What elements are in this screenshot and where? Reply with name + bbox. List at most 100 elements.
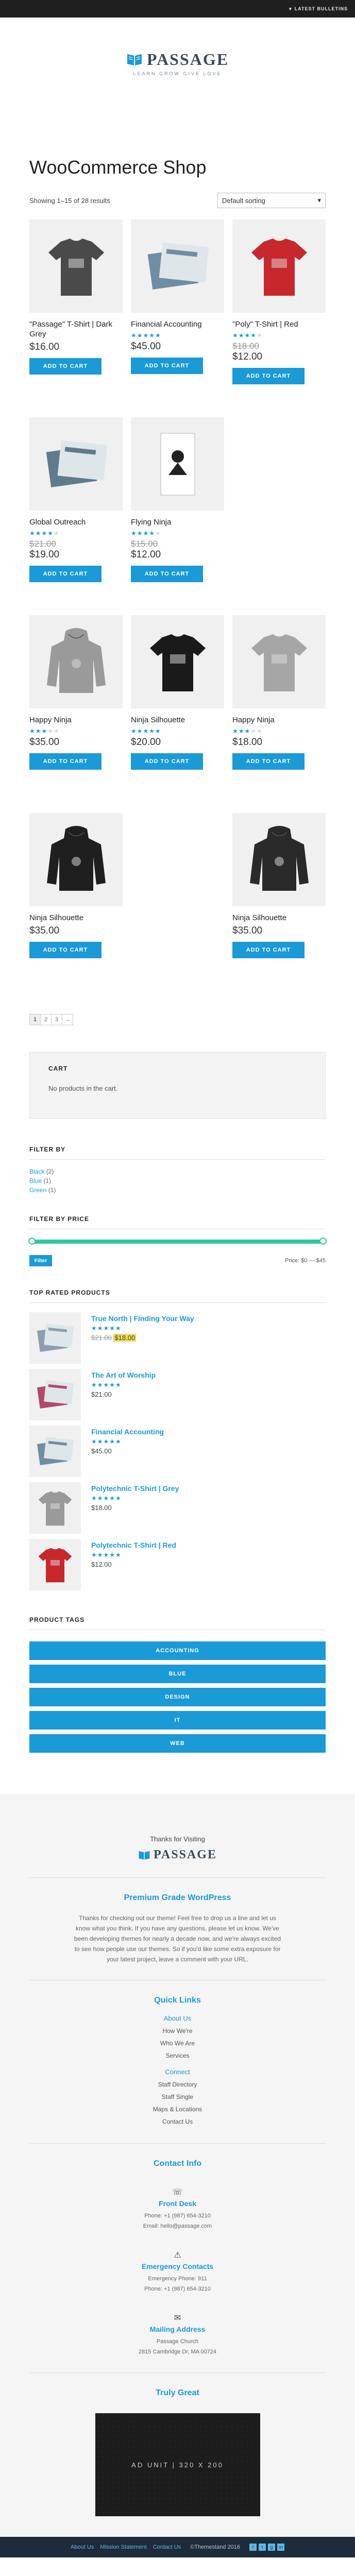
top-rated-image[interactable]	[29, 1426, 81, 1477]
product-tag-button[interactable]: DESIGN	[29, 1688, 326, 1706]
product-name[interactable]: "Poly" T-Shirt | Red	[232, 320, 326, 330]
top-rated-image[interactable]	[29, 1482, 81, 1534]
bottom-link[interactable]: Contact Us	[153, 2544, 181, 2550]
product-tag-button[interactable]: IT	[29, 1711, 326, 1730]
product-name[interactable]: Happy Ninja	[232, 716, 326, 725]
footer-link[interactable]: Who We Are	[0, 2037, 355, 2049]
pagination-link[interactable]: 3	[51, 1014, 62, 1025]
contact-info-title: Contact Info	[153, 2159, 202, 2168]
pagination-link[interactable]: →	[62, 1014, 73, 1025]
shop-toolbar: Showing 1–15 of 28 results Default sorti…	[29, 193, 326, 208]
product-image[interactable]	[131, 219, 224, 313]
copyright: ©Themestand 2016	[190, 2544, 240, 2550]
product-name[interactable]: Happy Ninja	[29, 716, 123, 725]
filter-link[interactable]: Green	[29, 1187, 46, 1194]
top-rated-image[interactable]	[29, 1369, 81, 1420]
bottom-link[interactable]: About Us	[71, 2544, 94, 2550]
footer-link[interactable]: Contact Us	[0, 2115, 355, 2128]
product-price: $15.00 $12.00	[131, 539, 224, 561]
latest-bulletins-link[interactable]: ▾ LATEST BULLETINS	[289, 6, 348, 12]
top-rated-name[interactable]: The Art of Worship	[91, 1371, 156, 1379]
filter-link[interactable]: Blue	[29, 1177, 42, 1184]
chevron-down-icon: ▾	[289, 6, 292, 11]
footer-link[interactable]: Services	[0, 2049, 355, 2062]
add-to-cart-button[interactable]: ADD TO CART	[232, 367, 305, 384]
ad-unit[interactable]: AD UNIT | 320 X 200	[95, 2413, 260, 2516]
about-us-link[interactable]: About Us	[0, 2012, 355, 2025]
twitter-icon[interactable]: t	[258, 2544, 266, 2551]
footer-link[interactable]: Maps & Locations	[0, 2103, 355, 2115]
top-rated-title: TOP RATED PRODUCTS	[29, 1289, 326, 1303]
site-logo[interactable]: PASSAGE	[126, 50, 229, 69]
add-to-cart-button[interactable]: ADD TO CART	[29, 941, 102, 958]
top-rated-list: True North | Finding Your Way ★★★★★ $21.…	[29, 1312, 326, 1596]
connect-link[interactable]: Connect	[0, 2066, 355, 2078]
product-image[interactable]	[29, 417, 123, 511]
orderby-select[interactable]: Default sorting ▾	[217, 193, 326, 208]
alert-icon: ⚠	[174, 2251, 181, 2260]
footer-logo[interactable]: PASSAGE	[0, 1848, 355, 1862]
product-name[interactable]: Global Outreach	[29, 518, 123, 528]
product-name[interactable]: Ninja Silhouette	[29, 913, 123, 923]
product-tag-button[interactable]: WEB	[29, 1734, 326, 1753]
footer-link[interactable]: Staff Single	[0, 2091, 355, 2103]
filter-button[interactable]: Filter	[29, 1255, 52, 1266]
product-name[interactable]: Flying Ninja	[131, 518, 224, 528]
logo-text: PASSAGE	[146, 49, 229, 69]
top-rated-price: $45.00	[91, 1447, 164, 1455]
product-card: Flying Ninja ★★★★★ $15.00 $12.00 ADD TO …	[131, 417, 224, 615]
top-rated-name[interactable]: Polytechnic T-Shirt | Red	[91, 1541, 176, 1549]
add-to-cart-button[interactable]: ADD TO CART	[232, 941, 305, 958]
add-to-cart-button[interactable]: ADD TO CART	[232, 753, 305, 770]
price-slider[interactable]	[28, 1238, 327, 1245]
product-name[interactable]: Ninja Silhouette	[232, 913, 326, 923]
product-price: $16.00	[29, 342, 123, 353]
top-rated-image[interactable]	[29, 1539, 81, 1590]
product-name[interactable]: "Passage" T-Shirt | Dark Grey	[29, 320, 123, 340]
product-image[interactable]	[131, 417, 224, 511]
front-desk-title: Front Desk	[158, 2199, 197, 2208]
filter-by-widget: FILTER BY Black (2) Blue (1) Green (1)	[29, 1146, 326, 1195]
product-image[interactable]	[29, 615, 123, 708]
product-image[interactable]	[232, 219, 326, 313]
product-tag-button[interactable]: BLUE	[29, 1665, 326, 1683]
top-rated-name[interactable]: Polytechnic T-Shirt | Grey	[91, 1484, 179, 1493]
add-to-cart-button[interactable]: ADD TO CART	[131, 357, 203, 374]
product-price: $18.00	[232, 737, 326, 748]
divider	[29, 1877, 326, 1878]
product-image[interactable]	[131, 615, 224, 708]
add-to-cart-button[interactable]: ADD TO CART	[131, 753, 203, 770]
product-grid: "Passage" T-Shirt | Dark Grey $16.00 ADD…	[29, 219, 326, 1011]
bottom-link[interactable]: Mission Statement	[100, 2544, 146, 2550]
product-name[interactable]: Ninja Silhouette	[131, 716, 224, 725]
add-to-cart-button[interactable]: ADD TO CART	[29, 753, 102, 770]
linkedin-icon[interactable]: in	[277, 2544, 284, 2551]
product-image[interactable]	[29, 219, 123, 313]
top-rated-price: $18.00	[91, 1504, 179, 1512]
add-to-cart-button[interactable]: ADD TO CART	[29, 565, 102, 582]
product-image[interactable]	[29, 813, 123, 906]
filter-link[interactable]: Black	[29, 1168, 44, 1175]
price-slider-min-handle[interactable]	[28, 1238, 36, 1245]
top-rated-price: $21.00 $18.00	[91, 1334, 194, 1342]
pagination-link[interactable]: 1	[29, 1014, 41, 1025]
price-slider-max-handle[interactable]	[319, 1238, 327, 1245]
top-rated-image[interactable]	[29, 1312, 81, 1364]
top-rated-name[interactable]: Financial Accounting	[91, 1428, 164, 1436]
product-image[interactable]	[232, 813, 326, 906]
product-tag-button[interactable]: ACCOUNTING	[29, 1641, 326, 1660]
product-image[interactable]	[232, 615, 326, 708]
product-name[interactable]: Financial Accounting	[131, 320, 224, 330]
filter-item: Green (1)	[29, 1185, 326, 1195]
add-to-cart-button[interactable]: ADD TO CART	[131, 565, 203, 582]
front-desk-email[interactable]: Email: hello@passage.com	[0, 2221, 355, 2231]
product-card: Financial Accounting ★★★★★ $45.00 ADD TO…	[131, 219, 224, 417]
footer-link[interactable]: How We're	[0, 2025, 355, 2037]
footer-link[interactable]: Staff Directory	[0, 2078, 355, 2091]
facebook-icon[interactable]: f	[249, 2544, 257, 2551]
add-to-cart-button[interactable]: ADD TO CART	[29, 358, 102, 375]
filter-count: (2)	[46, 1168, 54, 1175]
google-plus-icon[interactable]: g	[267, 2544, 275, 2551]
top-rated-name[interactable]: True North | Finding Your Way	[91, 1314, 194, 1323]
pagination-link[interactable]: 2	[40, 1014, 52, 1025]
